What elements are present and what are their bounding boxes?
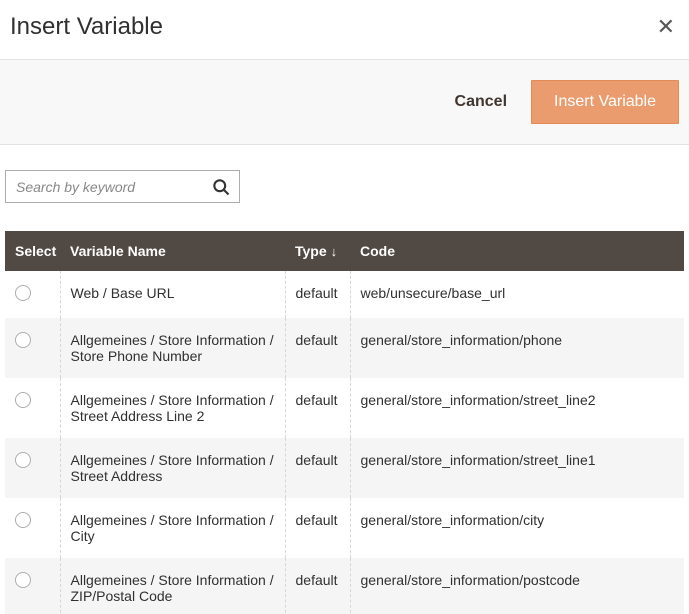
cell-select [5, 438, 60, 498]
table-row[interactable]: Allgemeines / Store Information / ZIP/Po… [5, 558, 684, 614]
column-header-type-label: Type [295, 243, 327, 259]
table-row[interactable]: Allgemeines / Store Information / Street… [5, 438, 684, 498]
row-radio[interactable] [15, 572, 31, 588]
variables-table: Select Variable Name Type ↓ Code Web / Ba… [5, 231, 684, 614]
table-row[interactable]: Allgemeines / Store Information / Cityde… [5, 498, 684, 558]
cell-select [5, 558, 60, 614]
cell-code: general/store_information/city [350, 498, 684, 558]
cell-select [5, 318, 60, 378]
cell-select [5, 498, 60, 558]
cell-type: default [285, 271, 350, 318]
cell-type: default [285, 498, 350, 558]
cell-variable-name: Allgemeines / Store Information / Store … [60, 318, 285, 378]
modal-title: Insert Variable [10, 13, 163, 41]
row-radio[interactable] [15, 392, 31, 408]
search-icon[interactable] [211, 177, 231, 197]
cell-variable-name: Allgemeines / Store Information / ZIP/Po… [60, 558, 285, 614]
cell-code: general/store_information/phone [350, 318, 684, 378]
row-radio[interactable] [15, 452, 31, 468]
column-header-name[interactable]: Variable Name [60, 231, 285, 271]
cell-type: default [285, 558, 350, 614]
cell-variable-name: Allgemeines / Store Information / City [60, 498, 285, 558]
cell-variable-name: Allgemeines / Store Information / Street… [60, 438, 285, 498]
row-radio[interactable] [15, 512, 31, 528]
cell-type: default [285, 318, 350, 378]
sort-descending-icon: ↓ [331, 244, 338, 259]
row-radio[interactable] [15, 332, 31, 348]
cell-code: general/store_information/street_line2 [350, 378, 684, 438]
cell-code: general/store_information/postcode [350, 558, 684, 614]
cell-select [5, 378, 60, 438]
table-row[interactable]: Web / Base URLdefaultweb/unsecure/base_u… [5, 271, 684, 318]
close-icon[interactable]: ✕ [653, 10, 679, 44]
cell-type: default [285, 378, 350, 438]
insert-variable-button[interactable]: Insert Variable [531, 80, 679, 124]
action-bar: Cancel Insert Variable [0, 59, 689, 145]
cell-variable-name: Allgemeines / Store Information / Street… [60, 378, 285, 438]
cell-select [5, 271, 60, 318]
column-header-select[interactable]: Select [5, 231, 60, 271]
cancel-button[interactable]: Cancel [451, 83, 511, 121]
column-header-code[interactable]: Code [350, 231, 684, 271]
cell-variable-name: Web / Base URL [60, 271, 285, 318]
cell-code: web/unsecure/base_url [350, 271, 684, 318]
search-input[interactable] [16, 179, 211, 195]
row-radio[interactable] [15, 285, 31, 301]
table-row[interactable]: Allgemeines / Store Information / Store … [5, 318, 684, 378]
search-box[interactable] [5, 170, 240, 203]
cell-code: general/store_information/street_line1 [350, 438, 684, 498]
table-row[interactable]: Allgemeines / Store Information / Street… [5, 378, 684, 438]
cell-type: default [285, 438, 350, 498]
column-header-type[interactable]: Type ↓ [285, 231, 350, 271]
